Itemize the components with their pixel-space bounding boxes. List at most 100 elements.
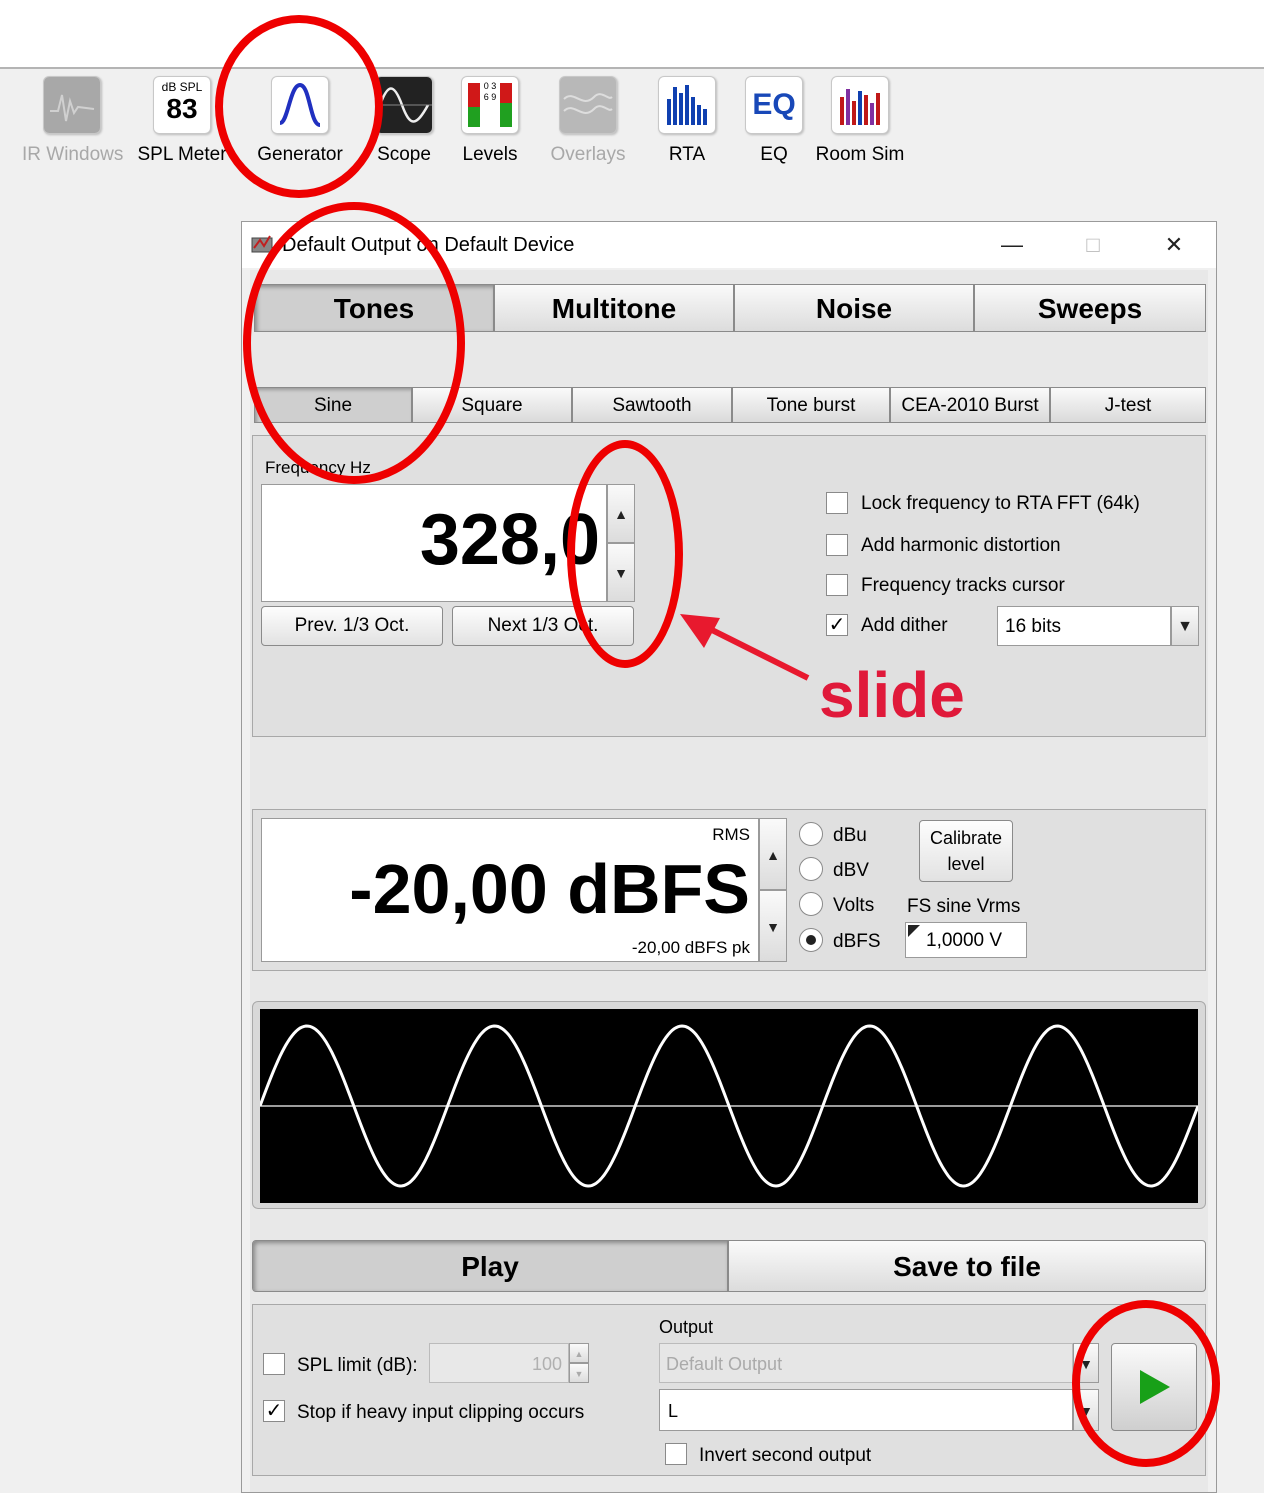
title-bar[interactable]: Default Output on Default Device — □ ✕ <box>242 222 1216 268</box>
output-channel-select[interactable]: L <box>659 1389 1073 1431</box>
harmonic-distortion-checkbox[interactable] <box>826 534 848 556</box>
level-down-button[interactable]: ▼ <box>759 890 787 962</box>
rta-icon <box>658 76 716 134</box>
calibrate-level-button[interactable]: Calibrate level <box>919 820 1013 882</box>
spl-limit-label: SPL limit (dB): <box>297 1355 418 1376</box>
output-device-dropdown[interactable]: ▼ <box>1073 1343 1099 1383</box>
annotation-arrow <box>680 614 810 681</box>
unit-radio-dbv[interactable] <box>799 857 823 881</box>
unit-radio-dbu[interactable] <box>799 822 823 846</box>
save-to-file-button[interactable]: Save to file <box>728 1240 1206 1292</box>
prev-third-octave-button[interactable]: Prev. 1/3 Oct. <box>261 606 443 646</box>
next-third-octave-button[interactable]: Next 1/3 Oct. <box>452 606 634 646</box>
slide-annotation: slide <box>819 660 965 730</box>
stop-clipping-checkbox[interactable]: ✓ <box>263 1400 285 1422</box>
waveform-panel <box>252 1001 1206 1209</box>
unit-radio-volts[interactable] <box>799 892 823 916</box>
toolbar-label: RTA <box>668 144 706 165</box>
dither-bits-value: 16 bits <box>1005 616 1061 637</box>
level-panel: RMS -20,00 dBFS -20,00 dBFS pk ▲ ▼ dBu d… <box>252 809 1206 971</box>
start-play-button[interactable] <box>1111 1343 1197 1431</box>
frequency-tracks-cursor-checkbox[interactable] <box>826 574 848 596</box>
frequency-down-button[interactable]: ▼ <box>607 543 635 602</box>
arrow-down-icon: ▼ <box>614 565 628 581</box>
tab-tones[interactable]: Tones <box>254 284 494 332</box>
output-device-select[interactable]: Default Output <box>659 1343 1073 1383</box>
frequency-up-button[interactable]: ▲ <box>607 484 635 543</box>
chevron-down-icon: ▼ <box>1079 1356 1093 1372</box>
toolbar-rta[interactable]: RTA <box>637 76 737 166</box>
level-value: -20,00 dBFS <box>349 850 750 928</box>
stop-clipping-label: Stop if heavy input clipping occurs <box>297 1402 585 1423</box>
subtab-square[interactable]: Square <box>412 387 572 423</box>
spl-limit-up-button[interactable]: ▲ <box>569 1343 589 1363</box>
toolbar-spl-meter[interactable]: dB SPL 83 SPL Meter <box>132 76 232 166</box>
ir-windows-icon <box>43 76 101 134</box>
toolbar-label: IR Windows <box>22 144 124 165</box>
output-channel-dropdown[interactable]: ▼ <box>1073 1389 1099 1431</box>
subtab-tone-burst[interactable]: Tone burst <box>732 387 890 423</box>
unit-label-dbfs: dBFS <box>833 931 881 952</box>
maximize-button[interactable]: □ <box>1078 230 1108 260</box>
arrow-down-icon: ▼ <box>574 1369 584 1379</box>
lock-fft-checkbox[interactable] <box>826 492 848 514</box>
eq-icon-text: EQ <box>752 88 796 121</box>
subtab-sine[interactable]: Sine <box>254 387 412 423</box>
slide-annotation-text: slide <box>819 659 965 731</box>
frequency-panel: Frequency Hz 328,0 ▲ ▼ Prev. 1/3 Oct. Ne… <box>252 435 1206 737</box>
unit-label-dbu: dBu <box>833 825 867 846</box>
output-device-value: Default Output <box>666 1354 783 1374</box>
frequency-tracks-cursor-label: Frequency tracks cursor <box>861 575 1065 596</box>
subtab-cea-2010-burst[interactable]: CEA-2010 Burst <box>890 387 1050 423</box>
unit-label-dbv: dBV <box>833 860 869 881</box>
toolbar-generator[interactable]: Generator <box>250 76 350 166</box>
fs-sine-field[interactable]: 1,0000 V <box>905 922 1027 958</box>
dither-bits-select[interactable]: 16 bits <box>997 606 1171 646</box>
sine-wave-icon <box>271 76 329 134</box>
toolbar-eq[interactable]: EQ EQ <box>724 76 824 166</box>
arrow-up-icon: ▲ <box>766 847 780 863</box>
subtab-sawtooth[interactable]: Sawtooth <box>572 387 732 423</box>
peak-value: -20,00 dBFS pk <box>631 938 750 957</box>
scope-icon <box>375 76 433 134</box>
toolbar-label: Levels <box>462 144 518 165</box>
eq-icon: EQ <box>745 76 803 134</box>
generator-window: Default Output on Default Device — □ ✕ T… <box>241 221 1217 1493</box>
level-field[interactable]: RMS -20,00 dBFS -20,00 dBFS pk <box>261 818 759 962</box>
add-dither-checkbox[interactable]: ✓ <box>826 614 848 636</box>
lock-fft-label: Lock frequency to RTA FFT (64k) <box>861 493 1140 514</box>
tab-noise[interactable]: Noise <box>734 284 974 332</box>
frequency-label: Frequency Hz <box>265 458 371 477</box>
toolbar-room-sim[interactable]: Room Sim <box>810 76 910 166</box>
fs-sine-label: FS sine Vrms <box>907 896 1021 917</box>
dither-dropdown-button[interactable]: ▼ <box>1171 606 1199 646</box>
minimize-button[interactable]: — <box>997 230 1027 260</box>
tab-multitone[interactable]: Multitone <box>494 284 734 332</box>
generator-content: Tones Multitone Noise Sweeps Sine Square… <box>250 270 1208 1492</box>
room-sim-icon <box>831 76 889 134</box>
level-up-button[interactable]: ▲ <box>759 818 787 890</box>
calibrate-line-2: level <box>947 854 985 874</box>
toolbar-label: Scope <box>377 144 431 165</box>
toolbar-levels[interactable]: 0 3 6 9 Levels <box>440 76 540 166</box>
spl-limit-down-button[interactable]: ▼ <box>569 1363 589 1383</box>
output-panel: SPL limit (dB): 100 ▲ ▼ ✓ Stop if heavy … <box>252 1304 1206 1476</box>
spl-limit-checkbox[interactable] <box>263 1353 285 1375</box>
unit-radio-dbfs[interactable] <box>799 928 823 952</box>
play-triangle-icon <box>1140 1370 1170 1404</box>
spl-limit-field[interactable]: 100 <box>429 1343 569 1383</box>
rms-label: RMS <box>712 825 750 844</box>
checkmark-icon: ✓ <box>828 614 846 636</box>
toolbar-ir-windows[interactable]: IR Windows <box>22 76 124 166</box>
invert-output-checkbox[interactable] <box>665 1443 687 1465</box>
toolbar-overlays[interactable]: Overlays <box>538 76 638 166</box>
tab-sweeps[interactable]: Sweeps <box>974 284 1206 332</box>
frequency-field[interactable]: 328,0 <box>261 484 607 602</box>
spl-badge-unit: dB SPL <box>161 80 203 94</box>
play-button[interactable]: Play <box>252 1240 728 1292</box>
close-button[interactable]: ✕ <box>1159 230 1189 260</box>
subtab-j-test[interactable]: J-test <box>1050 387 1206 423</box>
levels-scale: 0 3 6 9 <box>483 81 497 102</box>
toolbar-label: SPL Meter <box>137 144 227 165</box>
toolbar-scope[interactable]: Scope <box>354 76 454 166</box>
